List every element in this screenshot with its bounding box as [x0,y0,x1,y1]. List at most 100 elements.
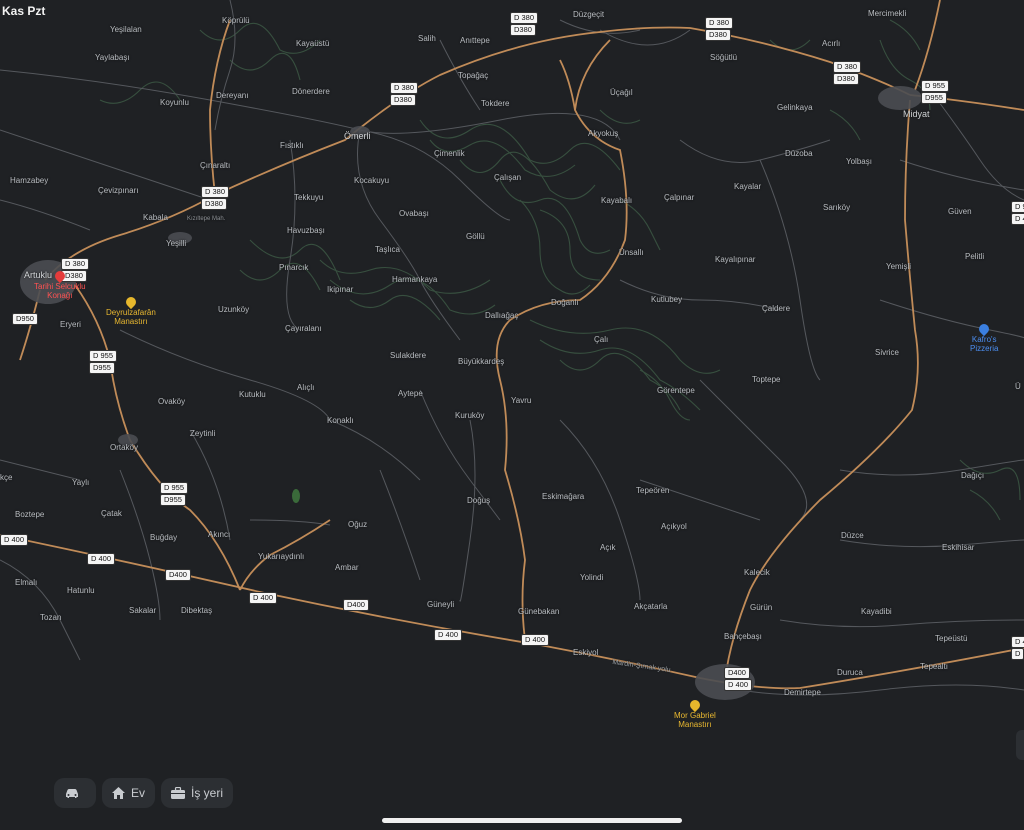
place-label: Eskiyol [573,648,599,657]
place-label: Akçatarla [634,602,668,611]
place-label: Alıçlı [297,383,315,392]
road-shield: D 380 [390,82,419,94]
place-label: Açık [600,543,616,552]
place-label: Buğday [150,533,178,542]
road-shield: D 400 [1011,213,1024,225]
place-label: Akyokuş [588,129,619,138]
place-label: Zeytinli [190,429,216,438]
place-label: Sakalar [129,606,157,615]
map-canvas[interactable] [0,0,1024,830]
place-label: Tekkuyu [294,193,324,202]
place-label: Kutlubey [651,295,683,304]
map-pin-icon [687,697,702,713]
place-label: Kayalar [734,182,762,191]
place-label: Açıkyol [661,522,687,531]
road-shield: D955 [160,494,186,506]
place-label: Hatunlu [67,586,95,595]
place-label: Çimenlik [434,149,465,158]
place-label: Yaylabaşı [95,53,130,62]
place-label: Dereyanı [216,91,249,100]
road-shield: D 955 [160,482,189,494]
place-label: Sarıköy [823,203,851,212]
road-shield: D 380 [61,258,90,270]
place-label: Ortaköy [110,443,139,452]
place-label: Ovaköy [158,397,186,406]
place-label: Ambar [335,563,359,572]
place-label: Çalışan [494,173,522,182]
place-label: Çayıralanı [285,324,322,333]
place-label: Yolbaşı [846,157,872,166]
place-label: Topağaç [458,71,489,80]
road-shield: D955 [89,362,115,374]
place-label: kçe [0,473,13,482]
poi-label: Kafro's Pizzeria [970,335,999,353]
place-label: Uzunköy [218,305,250,314]
park-patch [292,489,300,503]
place-label: Kabala [143,213,168,222]
place-label: Çınaraltı [200,161,231,170]
poi-label: Deyrulzafarân Manastırı [106,308,156,326]
side-handle[interactable] [1016,730,1024,760]
place-label: Akıncı [208,530,231,539]
home-button[interactable]: Ev [102,778,156,808]
place-label: Demirtepe [784,688,821,697]
place-label: Günebakan [518,607,560,616]
road-shield: D380 [833,73,859,85]
poi-marker[interactable]: Kafro's Pizzeria [970,321,999,353]
minor-roads [0,0,1024,696]
place-label: Bahçebaşı [724,632,762,641]
car-button[interactable] [54,778,96,808]
place-label: Doğuş [467,496,491,505]
status-time-day: Kas Pzt [2,4,46,18]
place-label: Tozan [40,613,62,622]
place-label: Köprülü [222,16,250,25]
place-label: Tokdere [481,99,510,108]
place-label: Toptepe [752,375,781,384]
place-label: Dibektaş [181,606,213,615]
place-label: Söğütlü [710,53,738,62]
place-label: Aytepe [398,389,423,398]
road-shield: D [1011,648,1024,660]
road-shield: D380 [510,24,536,36]
place-label: Çaldere [762,304,791,313]
place-label: Tepealtı [920,662,949,671]
road-shield: D 955 [1011,201,1024,213]
place-label: Ünsallı [619,248,644,257]
place-label: Çalı [594,335,609,344]
place-label: Yeşilli [166,239,187,248]
place-label: Acırlı [822,39,841,48]
road-shield: D 400 [249,592,278,604]
place-label: Güneyli [427,600,455,609]
home-label: Ev [131,786,146,800]
road-shield: D950 [12,313,38,325]
place-label: Yeşilalan [110,25,142,34]
place-label: Havuzbaşı [287,226,325,235]
road-shield: D 400 [724,679,753,691]
road-shield: D 955 [89,350,118,362]
place-label: Üçağıl [610,88,633,97]
place-label: Kocakuyu [354,176,390,185]
map-pin-icon [977,321,992,337]
place-label: Kutuklu [239,390,266,399]
place-label: Kalecik [744,568,770,577]
road-shield: D 380 [705,17,734,29]
poi-marker[interactable]: Mor Gabriel Manastırı [674,697,716,729]
place-label: Harmankaya [392,275,438,284]
road-shield: D400 [165,569,191,581]
road-shield: D 400 [0,534,29,546]
map-pin-icon [52,268,67,284]
place-label: Görentepe [657,386,695,395]
place-label: Ikipınar [327,285,354,294]
quick-destinations-bar: Ev İş yeri [54,778,234,808]
poi-marker[interactable]: Deyrulzafarân Manastırı [106,294,156,326]
work-button[interactable]: İş yeri [161,778,234,808]
poi-marker[interactable]: Tarihi Selcuklu Konağı [34,268,86,300]
major-roads [0,0,1024,690]
road-shield: D380 [390,94,416,106]
road-shield: D400 [343,599,369,611]
road-shield: D 955 [921,80,950,92]
home-indicator[interactable] [382,818,682,823]
place-label: Güven [948,207,972,216]
place-label: Yavru [511,396,532,405]
place-label: Çalpınar [664,193,695,202]
